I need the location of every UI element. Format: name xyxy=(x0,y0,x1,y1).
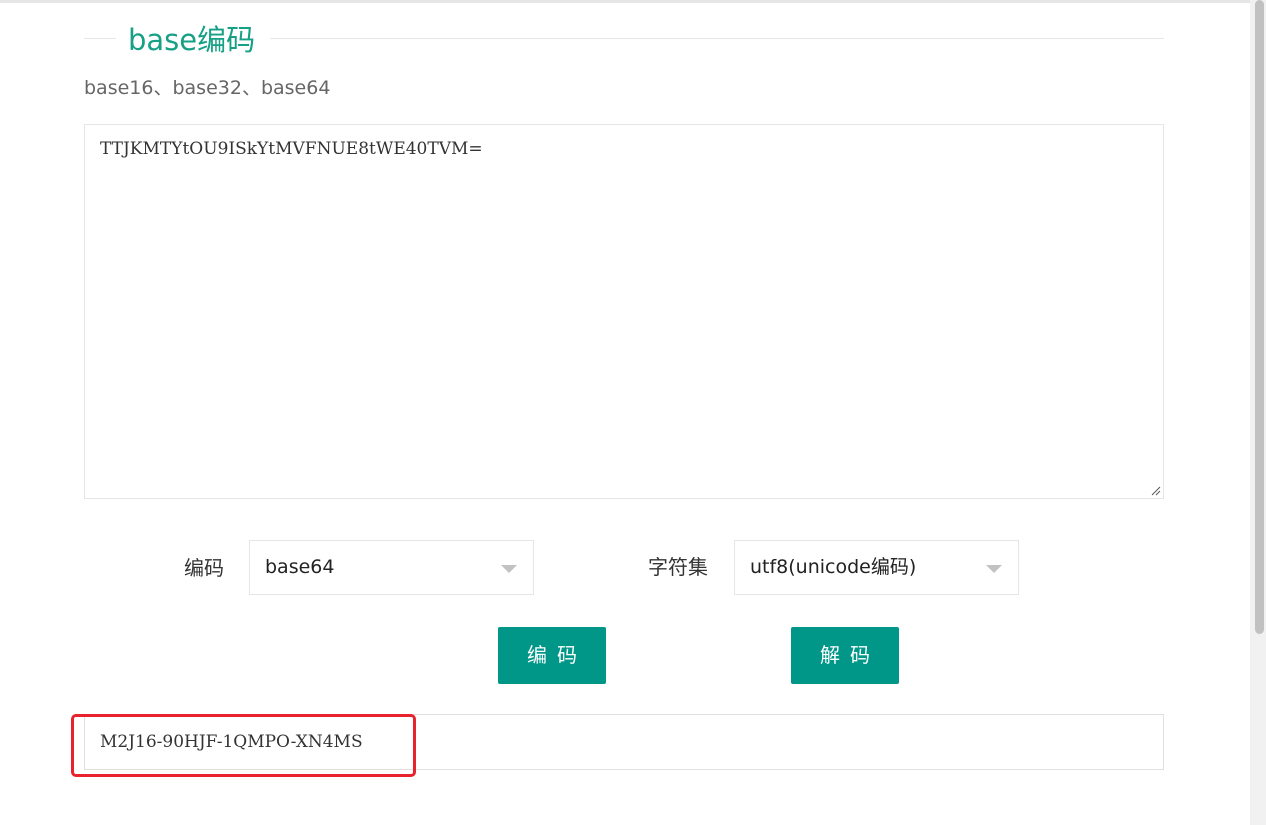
chevron-down-icon xyxy=(501,565,517,573)
scrollbar-thumb[interactable] xyxy=(1255,0,1264,634)
input-text: TTJKMTYtOU9ISkYtMVFNUE8tWE40TVM= xyxy=(100,139,483,159)
encoding-selected-value: base64 xyxy=(265,556,335,578)
fieldset-divider-left xyxy=(84,38,116,39)
output-field[interactable]: M2J16-90HJF-1QMPO-XN4MS xyxy=(84,714,1164,770)
decode-button[interactable]: 解码 xyxy=(791,627,899,684)
resize-handle-icon[interactable] xyxy=(1151,486,1161,496)
section-subtitle: base16、base32、base64 xyxy=(84,77,331,99)
charset-select[interactable]: utf8(unicode编码) xyxy=(734,540,1019,595)
top-border xyxy=(0,0,1250,3)
charset-selected-value: utf8(unicode编码) xyxy=(750,556,917,578)
charset-label: 字符集 xyxy=(648,555,708,579)
section-title: base编码 xyxy=(128,23,256,57)
encoding-select[interactable]: base64 xyxy=(249,540,534,595)
output-text: M2J16-90HJF-1QMPO-XN4MS xyxy=(100,732,363,752)
encode-button[interactable]: 编码 xyxy=(498,627,606,684)
input-textarea[interactable]: TTJKMTYtOU9ISkYtMVFNUE8tWE40TVM= xyxy=(84,124,1164,499)
encoding-label: 编码 xyxy=(184,556,224,580)
chevron-down-icon xyxy=(986,565,1002,573)
fieldset-divider-right xyxy=(270,38,1164,39)
